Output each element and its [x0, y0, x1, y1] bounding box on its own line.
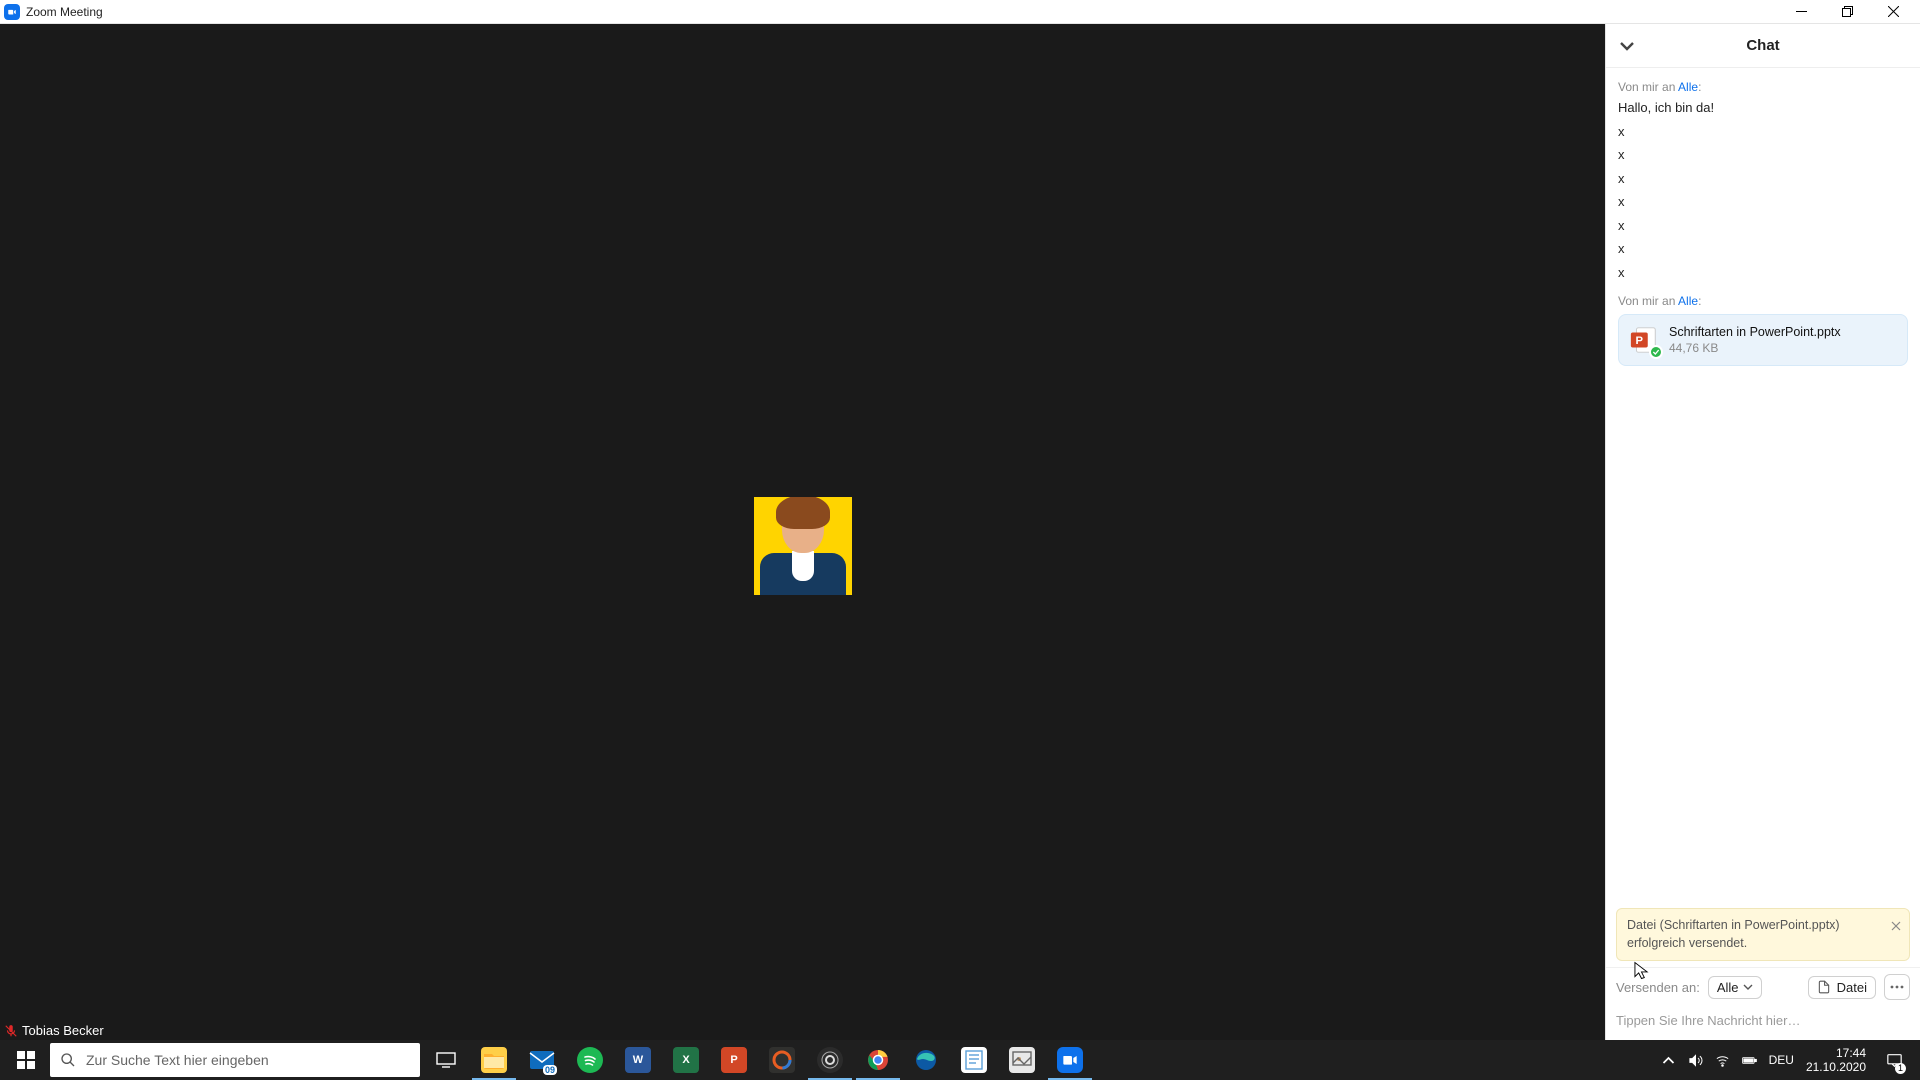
taskbar-app-word[interactable]: W: [614, 1040, 662, 1080]
taskbar-app-zoom[interactable]: [1046, 1040, 1094, 1080]
chat-panel: Chat Von mir an Alle: Hallo, ich bin da!…: [1605, 24, 1920, 1040]
tray-chevron-up-icon[interactable]: [1661, 1053, 1676, 1068]
battery-icon[interactable]: [1742, 1053, 1757, 1068]
task-view-icon: [436, 1052, 456, 1068]
meeting-video-area[interactable]: Tobias Becker: [0, 24, 1605, 1040]
chat-message: x: [1618, 169, 1908, 189]
edge-icon: [913, 1047, 939, 1073]
file-explorer-icon: [481, 1047, 507, 1073]
taskbar-clock[interactable]: 17:44 21.10.2020: [1806, 1046, 1866, 1075]
powerpoint-icon: P: [721, 1047, 747, 1073]
ellipsis-icon: [1890, 985, 1904, 989]
windows-taskbar: Zur Suche Text hier eingeben 09 W X: [0, 1040, 1920, 1080]
window-maximize-button[interactable]: [1824, 0, 1870, 24]
window-close-button[interactable]: [1870, 0, 1916, 24]
zoom-logo-icon: [4, 4, 20, 20]
taskbar-app-explorer[interactable]: [470, 1040, 518, 1080]
chat-message: x: [1618, 263, 1908, 283]
file-name: Schriftarten in PowerPoint.pptx: [1669, 325, 1841, 339]
send-to-select[interactable]: Alle: [1708, 976, 1762, 999]
chevron-down-icon: [1743, 982, 1753, 992]
taskbar-app-obs[interactable]: [806, 1040, 854, 1080]
participant-avatar: [754, 497, 852, 595]
chat-header: Chat: [1606, 24, 1920, 68]
chat-compose: [1606, 1006, 1920, 1040]
taskbar-app-generic2[interactable]: [998, 1040, 1046, 1080]
task-view-button[interactable]: [422, 1040, 470, 1080]
chat-more-button[interactable]: [1884, 974, 1910, 1000]
chat-message-input[interactable]: [1616, 1013, 1910, 1028]
chat-message-meta: Von mir an Alle:: [1618, 80, 1908, 94]
chat-message: x: [1618, 192, 1908, 212]
taskbar-app-chrome[interactable]: [854, 1040, 902, 1080]
taskbar-app-mail[interactable]: 09: [518, 1040, 566, 1080]
chat-message: x: [1618, 145, 1908, 165]
taskbar-search[interactable]: Zur Suche Text hier eingeben: [50, 1043, 420, 1077]
circle-app-icon: [769, 1047, 795, 1073]
mail-icon: 09: [529, 1047, 555, 1073]
chat-title: Chat: [1636, 37, 1890, 54]
svg-text:P: P: [1636, 335, 1644, 347]
app-icon: [1009, 1047, 1035, 1073]
volume-icon[interactable]: [1688, 1053, 1703, 1068]
chat-message: x: [1618, 216, 1908, 236]
window-title: Zoom Meeting: [26, 5, 103, 19]
file-icon: [1817, 980, 1831, 994]
toast-close-button[interactable]: [1891, 919, 1901, 937]
window-titlebar: Zoom Meeting: [0, 0, 1920, 24]
send-to-label: Versenden an:: [1616, 980, 1700, 995]
taskbar-app-notepad[interactable]: [950, 1040, 998, 1080]
wifi-icon[interactable]: [1715, 1053, 1730, 1068]
action-center-button[interactable]: 1: [1878, 1040, 1910, 1080]
participant-name-label: Tobias Becker: [4, 1023, 104, 1038]
excel-icon: X: [673, 1047, 699, 1073]
spotify-icon: [577, 1047, 603, 1073]
chat-message: x: [1618, 122, 1908, 142]
chat-collapse-button[interactable]: [1618, 37, 1636, 55]
chat-message: x: [1618, 239, 1908, 259]
chat-send-row: Versenden an: Alle Datei: [1606, 967, 1920, 1006]
microphone-muted-icon: [4, 1024, 18, 1038]
system-tray: DEU 17:44 21.10.2020 1: [1653, 1040, 1918, 1080]
notepad-icon: [961, 1047, 987, 1073]
taskbar-app-excel[interactable]: X: [662, 1040, 710, 1080]
chrome-icon: [865, 1047, 891, 1073]
taskbar-app-generic1[interactable]: [758, 1040, 806, 1080]
start-button[interactable]: [2, 1040, 50, 1080]
word-icon: W: [625, 1047, 651, 1073]
file-sent-toast: Datei (Schriftarten in PowerPoint.pptx) …: [1616, 908, 1910, 961]
taskbar-app-powerpoint[interactable]: P: [710, 1040, 758, 1080]
chat-file-attachment[interactable]: P Schriftarten in PowerPoint.pptx 44,76 …: [1618, 314, 1908, 366]
search-icon: [60, 1052, 76, 1068]
taskbar-app-spotify[interactable]: [566, 1040, 614, 1080]
chat-message: Hallo, ich bin da!: [1618, 98, 1908, 118]
chat-messages[interactable]: Von mir an Alle: Hallo, ich bin da! x x …: [1606, 68, 1920, 902]
search-placeholder-text: Zur Suche Text hier eingeben: [86, 1052, 269, 1068]
file-size: 44,76 KB: [1669, 341, 1841, 355]
windows-logo-icon: [17, 1051, 35, 1069]
file-sent-check-icon: [1649, 345, 1663, 359]
window-minimize-button[interactable]: [1778, 0, 1824, 24]
zoom-icon: [1057, 1047, 1083, 1073]
obs-icon: [817, 1047, 843, 1073]
attach-file-button[interactable]: Datei: [1808, 976, 1876, 999]
keyboard-language[interactable]: DEU: [1769, 1053, 1794, 1067]
chat-message-meta: Von mir an Alle:: [1618, 294, 1908, 308]
taskbar-app-edge[interactable]: [902, 1040, 950, 1080]
